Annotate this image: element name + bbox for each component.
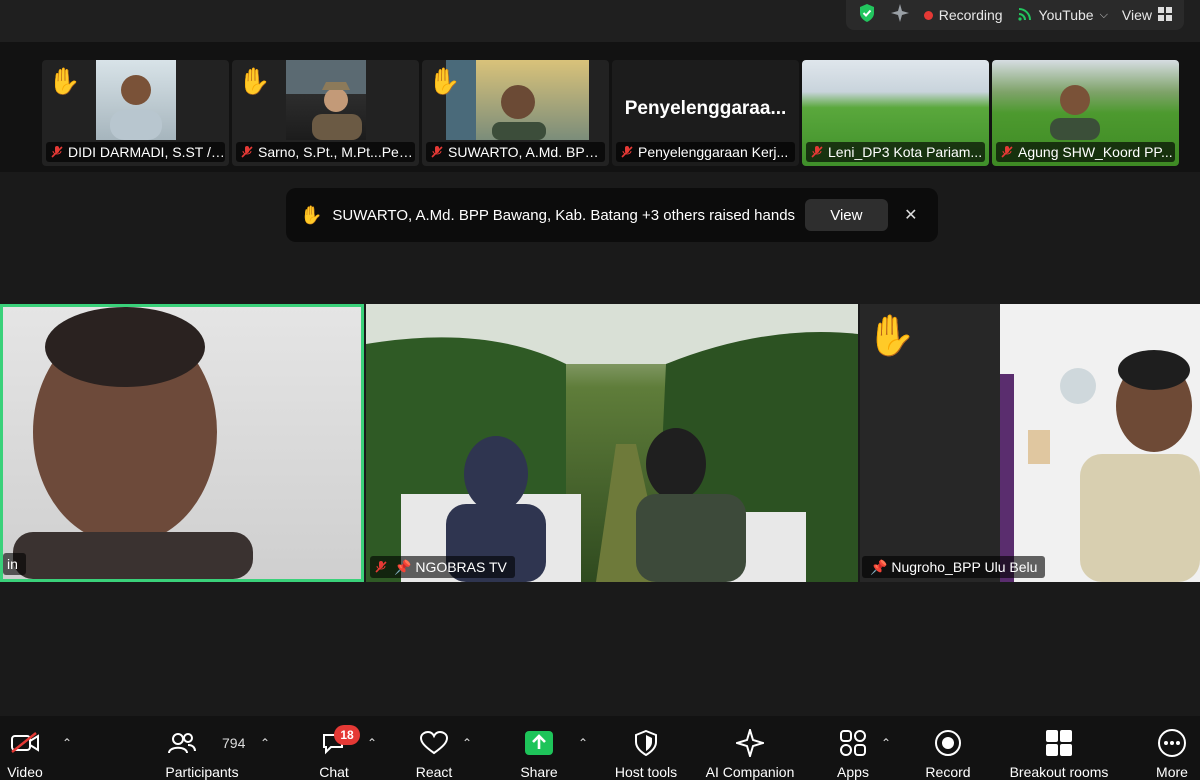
pin-icon: 📌 bbox=[870, 559, 888, 575]
video-button[interactable]: Video bbox=[2, 716, 48, 780]
participant-video bbox=[13, 307, 253, 579]
pin-icon: 📌 bbox=[394, 559, 412, 575]
raised-hand-icon: ✋ bbox=[238, 66, 271, 96]
participant-video bbox=[1040, 60, 1110, 140]
video-options-caret[interactable]: ⌃ bbox=[62, 736, 72, 750]
participant-name-label: Leni_DP3 Kota Pariam... bbox=[806, 142, 985, 162]
recording-dot-icon bbox=[923, 10, 933, 20]
breakout-rooms-button[interactable]: Breakout rooms bbox=[1004, 716, 1114, 780]
mic-muted-icon bbox=[621, 146, 633, 158]
share-label: Share bbox=[520, 764, 558, 780]
chat-label: Chat bbox=[319, 764, 349, 780]
participant-name-label: Penyelenggaraan Kerj... bbox=[616, 142, 795, 162]
mic-muted-icon bbox=[375, 561, 387, 573]
notification-text: SUWARTO, A.Md. BPP Bawang, Kab. Batang +… bbox=[332, 206, 796, 224]
raised-hand-icon: ✋ bbox=[866, 314, 916, 358]
active-speaker-tile[interactable]: in bbox=[0, 304, 364, 582]
participant-video bbox=[96, 60, 176, 140]
share-options-caret[interactable]: ⌃ bbox=[578, 736, 588, 750]
participant-thumbnail-strip: ✋ DIDI DARMADI, S.ST / ... ✋ Sarno, S.Pt… bbox=[0, 42, 1200, 172]
participant-thumbnail[interactable]: Agung SHW_Koord PP... bbox=[992, 60, 1179, 166]
shield-icon bbox=[629, 726, 663, 760]
top-bar: Recording YouTube ⌵ View bbox=[0, 0, 1200, 42]
participant-name-label: Agung SHW_Koord PP... bbox=[996, 142, 1175, 162]
participant-name-label: Sarno, S.Pt., M.Pt...Pen... bbox=[236, 142, 415, 162]
chevron-down-icon: ⌵ bbox=[1099, 8, 1108, 21]
video-off-icon bbox=[8, 726, 42, 760]
share-screen-icon bbox=[522, 726, 556, 760]
ai-companion-button[interactable]: AI Companion bbox=[700, 716, 800, 780]
recording-status[interactable]: Recording bbox=[923, 7, 1003, 23]
participant-video bbox=[286, 60, 366, 140]
participant-tile-ngobras-tv[interactable]: 📌 NGOBRAS TV bbox=[366, 304, 858, 582]
record-icon bbox=[931, 726, 965, 760]
participant-thumbnail[interactable]: ✋ DIDI DARMADI, S.ST / ... bbox=[42, 60, 229, 166]
recording-label: Recording bbox=[938, 7, 1003, 23]
breakout-grid-icon bbox=[1042, 726, 1076, 760]
signal-icon bbox=[1017, 6, 1033, 25]
participant-tile-nugroho[interactable]: ✋ 📌 Nugroho_BPP Ulu Belu bbox=[860, 304, 1200, 582]
participants-count: 794 bbox=[222, 735, 246, 751]
view-menu-button[interactable]: View bbox=[1121, 6, 1172, 24]
participant-thumbnail[interactable]: ✋ Sarno, S.Pt., M.Pt...Pen... bbox=[232, 60, 419, 166]
mic-muted-icon bbox=[51, 146, 63, 158]
ai-companion-label: AI Companion bbox=[705, 764, 795, 780]
participant-name-label: 📌 Nugroho_BPP Ulu Belu bbox=[862, 556, 1046, 578]
chat-unread-badge: 18 bbox=[334, 725, 360, 745]
sparkle-icon bbox=[733, 726, 767, 760]
participant-video bbox=[446, 60, 589, 140]
mic-muted-icon bbox=[431, 146, 443, 158]
more-label: More bbox=[1156, 764, 1188, 780]
chat-options-caret[interactable]: ⌃ bbox=[367, 736, 377, 750]
youtube-stream-status[interactable]: YouTube ⌵ bbox=[1017, 6, 1108, 25]
heart-icon bbox=[417, 726, 451, 760]
react-label: React bbox=[415, 764, 453, 780]
share-button[interactable]: Share bbox=[517, 716, 561, 780]
participant-name-label: 📌 NGOBRAS TV bbox=[370, 556, 515, 578]
breakout-rooms-label: Breakout rooms bbox=[1009, 764, 1109, 780]
raised-hand-icon: ✋ bbox=[48, 66, 81, 96]
raised-hands-notification: ✋ SUWARTO, A.Md. BPP Bawang, Kab. Batang… bbox=[286, 188, 938, 242]
participants-options-caret[interactable]: ⌃ bbox=[260, 736, 270, 750]
participant-name-label: SUWARTO, A.Md. BPP ... bbox=[426, 142, 605, 162]
people-icon bbox=[165, 726, 199, 760]
mic-muted-icon bbox=[241, 146, 253, 158]
more-dots-icon bbox=[1155, 726, 1189, 760]
participant-thumbnail[interactable]: ✋ SUWARTO, A.Md. BPP ... bbox=[422, 60, 609, 166]
participant-thumbnail[interactable]: Penyelenggaraa... Penyelenggaraan Kerj..… bbox=[612, 60, 799, 166]
participant-video bbox=[366, 304, 858, 582]
grid-view-icon bbox=[1158, 6, 1172, 24]
shield-icon[interactable] bbox=[858, 3, 876, 28]
raised-hand-icon: ✋ bbox=[428, 66, 461, 96]
host-tools-button[interactable]: Host tools bbox=[606, 716, 686, 780]
apps-button[interactable]: Apps bbox=[832, 716, 874, 780]
record-label: Record bbox=[925, 764, 971, 780]
view-raised-hands-button[interactable]: View bbox=[805, 199, 888, 231]
video-label: Video bbox=[7, 764, 43, 780]
apps-label: Apps bbox=[837, 764, 869, 780]
participant-name-label: DIDI DARMADI, S.ST / ... bbox=[46, 142, 225, 162]
participant-thumbnail[interactable]: Leni_DP3 Kota Pariam... bbox=[802, 60, 989, 166]
record-button[interactable]: Record bbox=[922, 716, 974, 780]
raised-hand-icon: ✋ bbox=[300, 204, 323, 225]
close-icon[interactable]: ✕ bbox=[898, 205, 924, 225]
meeting-status-bar: Recording YouTube ⌵ View bbox=[845, 0, 1184, 30]
youtube-label: YouTube bbox=[1038, 7, 1094, 23]
apps-options-caret[interactable]: ⌃ bbox=[881, 736, 891, 750]
host-tools-label: Host tools bbox=[614, 764, 678, 780]
mic-muted-icon bbox=[811, 146, 823, 158]
mic-muted-icon bbox=[1001, 146, 1013, 158]
apps-icon bbox=[836, 726, 870, 760]
meeting-toolbar: Video ⌃ Participants 794 ⌃ 18 Chat ⌃ Rea… bbox=[0, 716, 1200, 780]
participant-display-name: Penyelenggaraa... bbox=[624, 98, 787, 119]
react-button[interactable]: React bbox=[412, 716, 456, 780]
participant-name-label: in bbox=[3, 553, 26, 575]
more-button[interactable]: More bbox=[1150, 716, 1194, 780]
chat-button[interactable]: 18 Chat bbox=[312, 716, 360, 780]
react-options-caret[interactable]: ⌃ bbox=[462, 736, 472, 750]
participants-label: Participants bbox=[165, 764, 239, 780]
view-label: View bbox=[1121, 7, 1152, 23]
sparkle-icon[interactable] bbox=[890, 3, 910, 28]
